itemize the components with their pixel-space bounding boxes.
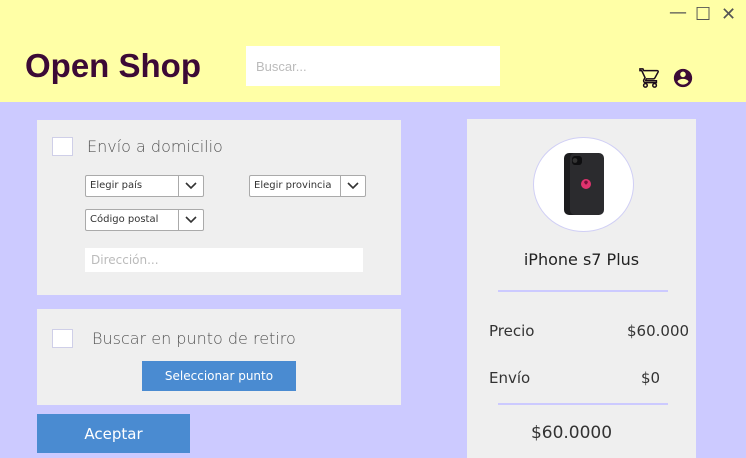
maximize-button[interactable]: ☐	[695, 6, 711, 24]
pickup-checkbox[interactable]	[52, 329, 73, 348]
country-select[interactable]: Elegir país	[85, 175, 204, 197]
product-image	[533, 137, 634, 232]
chevron-down-icon	[178, 176, 203, 196]
province-select-value: Elegir provincia	[254, 180, 332, 191]
price-value: $60.000	[627, 322, 690, 340]
address-input[interactable]	[85, 248, 363, 272]
phone-icon	[563, 152, 604, 215]
country-select-value: Elegir país	[90, 180, 143, 191]
province-select[interactable]: Elegir provincia	[249, 175, 366, 197]
total-amount: $60.0000	[530, 423, 613, 443]
brand-logo: Open Shop	[25, 47, 201, 84]
postal-code-select-value: Código postal	[90, 214, 159, 225]
postal-code-select[interactable]: Código postal	[85, 209, 204, 231]
summary-divider	[498, 290, 668, 292]
delivery-checkbox[interactable]	[52, 137, 73, 156]
product-name: iPhone s7 Plus	[523, 250, 640, 269]
search-input[interactable]	[246, 46, 500, 86]
account-icon[interactable]	[672, 67, 694, 89]
summary-divider	[498, 403, 668, 405]
delivery-label: Envío a domicilio	[87, 137, 223, 156]
app-header: — ☐ ✕ Open Shop	[0, 0, 746, 102]
price-label: Precio	[489, 322, 535, 340]
shipping-value: $0	[641, 369, 661, 387]
accept-button[interactable]: Aceptar	[37, 414, 190, 453]
shipping-label: Envío	[489, 369, 531, 387]
minimize-button[interactable]: —	[669, 4, 687, 22]
chevron-down-icon	[340, 176, 365, 196]
chevron-down-icon	[178, 210, 203, 230]
select-point-button[interactable]: Seleccionar punto	[142, 361, 296, 391]
cart-icon[interactable]	[639, 67, 661, 89]
close-button[interactable]: ✕	[721, 6, 736, 24]
pickup-label: Buscar en punto de retiro	[92, 329, 296, 348]
